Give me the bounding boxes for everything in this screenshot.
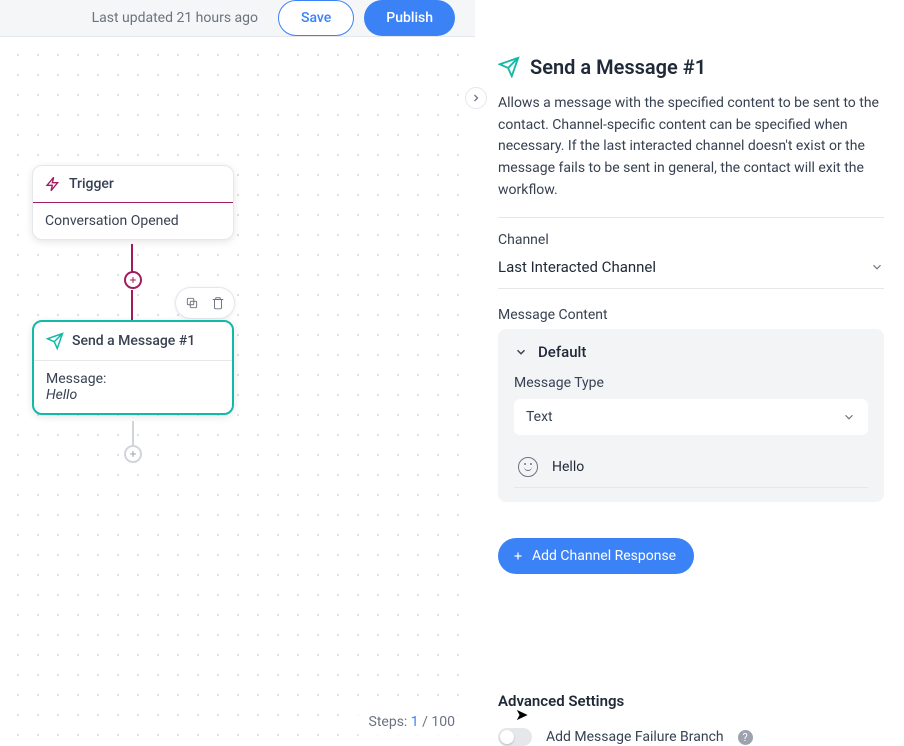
node-actions <box>175 287 235 319</box>
details-panel: Send a Message #1 Allows a message with … <box>475 37 904 746</box>
channel-label: Channel <box>498 232 884 248</box>
send-icon <box>46 332 64 350</box>
advanced-settings-title: Advanced Settings <box>498 692 884 710</box>
last-updated-text: Last updated 21 hours ago <box>92 10 258 26</box>
publish-button[interactable]: Publish <box>364 0 455 36</box>
message-type-label: Message Type <box>514 375 868 391</box>
failure-branch-label: Add Message Failure Branch <box>546 729 724 745</box>
send-node-title: Send a Message #1 <box>72 333 195 349</box>
collapse-panel-button[interactable] <box>465 87 487 109</box>
add-step-button[interactable] <box>124 271 142 289</box>
connector-line <box>131 290 133 320</box>
help-icon[interactable]: ? <box>738 730 753 745</box>
message-type-select[interactable]: Text <box>514 399 868 435</box>
failure-branch-toggle[interactable] <box>498 728 532 746</box>
trigger-title: Trigger <box>69 176 114 192</box>
default-accordion: Default Message Type Text Hello <box>498 329 884 502</box>
steps-counter: Steps: 1 / 100 <box>357 708 467 736</box>
message-content-label: Message Content <box>498 307 884 323</box>
delete-button[interactable] <box>206 291 230 315</box>
workflow-canvas[interactable]: Trigger Conversation Opened <box>0 37 475 746</box>
send-node-header: Send a Message #1 <box>34 322 232 361</box>
channel-select[interactable]: Last Interacted Channel <box>498 254 884 289</box>
chevron-down-icon <box>514 345 528 359</box>
send-node-body: Message: Hello <box>34 361 232 413</box>
trigger-node-header: Trigger <box>33 166 233 203</box>
panel-title: Send a Message #1 <box>530 55 706 79</box>
trigger-node[interactable]: Trigger Conversation Opened <box>32 165 234 240</box>
accordion-title: Default <box>538 343 586 361</box>
accordion-toggle[interactable]: Default <box>514 343 868 361</box>
plus-icon <box>512 550 524 562</box>
trigger-body: Conversation Opened <box>33 203 233 239</box>
message-text: Hello <box>552 459 584 475</box>
send-icon <box>498 56 520 78</box>
send-message-node[interactable]: Send a Message #1 Message: Hello <box>32 320 234 415</box>
chevron-down-icon <box>870 260 884 274</box>
add-channel-response-button[interactable]: Add Channel Response <box>498 538 694 574</box>
header-bar: Last updated 21 hours ago Save Publish <box>0 0 475 37</box>
panel-description: Allows a message with the specified cont… <box>498 93 884 201</box>
connector-line <box>132 421 134 446</box>
message-value: Hello <box>46 387 220 403</box>
channel-value: Last Interacted Channel <box>498 258 656 276</box>
bolt-icon <box>45 176 61 192</box>
copy-button[interactable] <box>180 291 204 315</box>
message-label: Message: <box>46 371 220 387</box>
chevron-down-icon <box>842 410 856 424</box>
divider <box>498 217 884 218</box>
message-type-value: Text <box>526 409 553 425</box>
add-step-button-end[interactable] <box>124 445 142 463</box>
emoji-picker-icon[interactable] <box>518 457 538 477</box>
save-button[interactable]: Save <box>278 0 354 36</box>
message-input-row[interactable]: Hello <box>514 449 868 488</box>
